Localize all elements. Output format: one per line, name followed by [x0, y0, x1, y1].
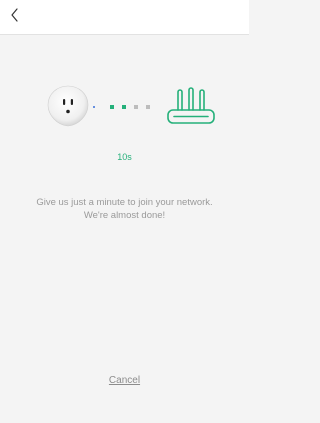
status-led: [93, 106, 95, 108]
progress-dot: [122, 105, 126, 109]
cancel-button[interactable]: Cancel: [109, 375, 140, 386]
progress-dot: [110, 105, 114, 109]
chevron-left-icon: [11, 8, 18, 22]
setup-screen: 10s Give us just a minute to join your n…: [0, 0, 249, 423]
progress-dots: [93, 103, 158, 111]
cancel-container: Cancel: [0, 375, 249, 386]
progress-dot: [134, 105, 138, 109]
status-message-line-1: Give us just a minute to join your netwo…: [36, 197, 213, 208]
status-message: Give us just a minute to join your netwo…: [0, 196, 249, 222]
back-button[interactable]: [4, 4, 26, 26]
router-icon: [167, 87, 215, 124]
progress-dot: [146, 105, 150, 109]
status-message-line-2: We're almost done!: [83, 210, 166, 221]
countdown-timer: 10s: [117, 152, 132, 162]
smart-plug-icon: [47, 85, 89, 127]
connection-illustration: [0, 70, 249, 150]
top-bar: [0, 0, 249, 35]
